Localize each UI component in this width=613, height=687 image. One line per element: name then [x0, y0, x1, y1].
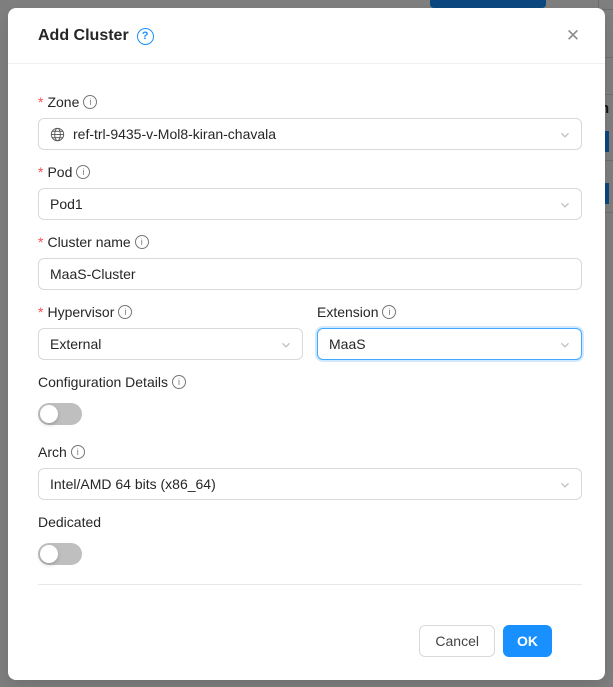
- close-icon[interactable]: ✕: [557, 20, 589, 52]
- info-icon[interactable]: i: [382, 305, 396, 319]
- required-mark: *: [38, 92, 43, 112]
- info-icon[interactable]: i: [118, 305, 132, 319]
- chevron-down-icon: [559, 129, 571, 141]
- toggle-knob: [40, 405, 58, 423]
- cancel-button[interactable]: Cancel: [419, 625, 495, 657]
- chevron-down-icon: [559, 479, 571, 491]
- hypervisor-select[interactable]: External: [38, 328, 303, 360]
- field-dedicated: Dedicated: [38, 512, 582, 570]
- arch-label: Arch i: [38, 442, 582, 462]
- modal-header: Add Cluster ? ✕: [8, 8, 605, 64]
- cluster-name-input[interactable]: [38, 258, 582, 290]
- toggle-knob: [40, 545, 58, 563]
- dedicated-label: Dedicated: [38, 512, 582, 532]
- info-icon[interactable]: i: [76, 165, 90, 179]
- dedicated-toggle[interactable]: [38, 543, 82, 565]
- hypervisor-extension-row: * Hypervisor i External Extension i: [38, 302, 582, 372]
- info-icon[interactable]: i: [83, 95, 97, 109]
- extension-label: Extension i: [317, 302, 582, 322]
- arch-value: Intel/AMD 64 bits (x86_64): [50, 476, 216, 492]
- zone-label: * Zone i: [38, 92, 582, 112]
- field-configuration-details: Configuration Details i: [38, 372, 582, 430]
- modal-title: Add Cluster: [38, 25, 129, 47]
- field-extension: Extension i MaaS: [317, 302, 582, 360]
- zone-value: ref-trl-9435-v-Mol8-kiran-chavala: [73, 126, 276, 142]
- field-cluster-name: * Cluster name i: [38, 232, 582, 290]
- globe-icon: [50, 127, 65, 142]
- field-pod: * Pod i Pod1: [38, 162, 582, 220]
- info-icon[interactable]: i: [71, 445, 85, 459]
- zone-select[interactable]: ref-trl-9435-v-Mol8-kiran-chavala: [38, 118, 582, 150]
- pod-select[interactable]: Pod1: [38, 188, 582, 220]
- help-icon[interactable]: ?: [137, 28, 154, 45]
- screen: Add Cluster ⌄ n Add Cluster ? ✕ * Zone i: [0, 0, 613, 687]
- required-mark: *: [38, 302, 43, 322]
- ok-button[interactable]: OK: [503, 625, 552, 657]
- hypervisor-label: * Hypervisor i: [38, 302, 303, 322]
- info-icon[interactable]: i: [172, 375, 186, 389]
- add-cluster-modal: Add Cluster ? ✕ * Zone i: [8, 8, 605, 680]
- chevron-down-icon: [559, 199, 571, 211]
- arch-select[interactable]: Intel/AMD 64 bits (x86_64): [38, 468, 582, 500]
- required-mark: *: [38, 162, 43, 182]
- extension-select[interactable]: MaaS: [317, 328, 582, 360]
- pod-value: Pod1: [50, 196, 83, 212]
- pod-label: * Pod i: [38, 162, 582, 182]
- cluster-name-label: * Cluster name i: [38, 232, 582, 252]
- hypervisor-value: External: [50, 336, 101, 352]
- configuration-details-label: Configuration Details i: [38, 372, 582, 392]
- modal-body: * Zone i ref-trl-9435-v-Mol8-: [8, 64, 605, 680]
- configuration-details-toggle[interactable]: [38, 403, 82, 425]
- field-hypervisor: * Hypervisor i External: [38, 302, 303, 360]
- chevron-down-icon: [280, 339, 292, 351]
- field-zone: * Zone i ref-trl-9435-v-Mol8-: [38, 92, 582, 150]
- info-icon[interactable]: i: [135, 235, 149, 249]
- required-mark: *: [38, 232, 43, 252]
- modal-footer: Cancel OK: [38, 585, 582, 657]
- field-arch: Arch i Intel/AMD 64 bits (x86_64): [38, 442, 582, 500]
- chevron-down-icon: [559, 339, 571, 351]
- extension-value: MaaS: [329, 336, 366, 352]
